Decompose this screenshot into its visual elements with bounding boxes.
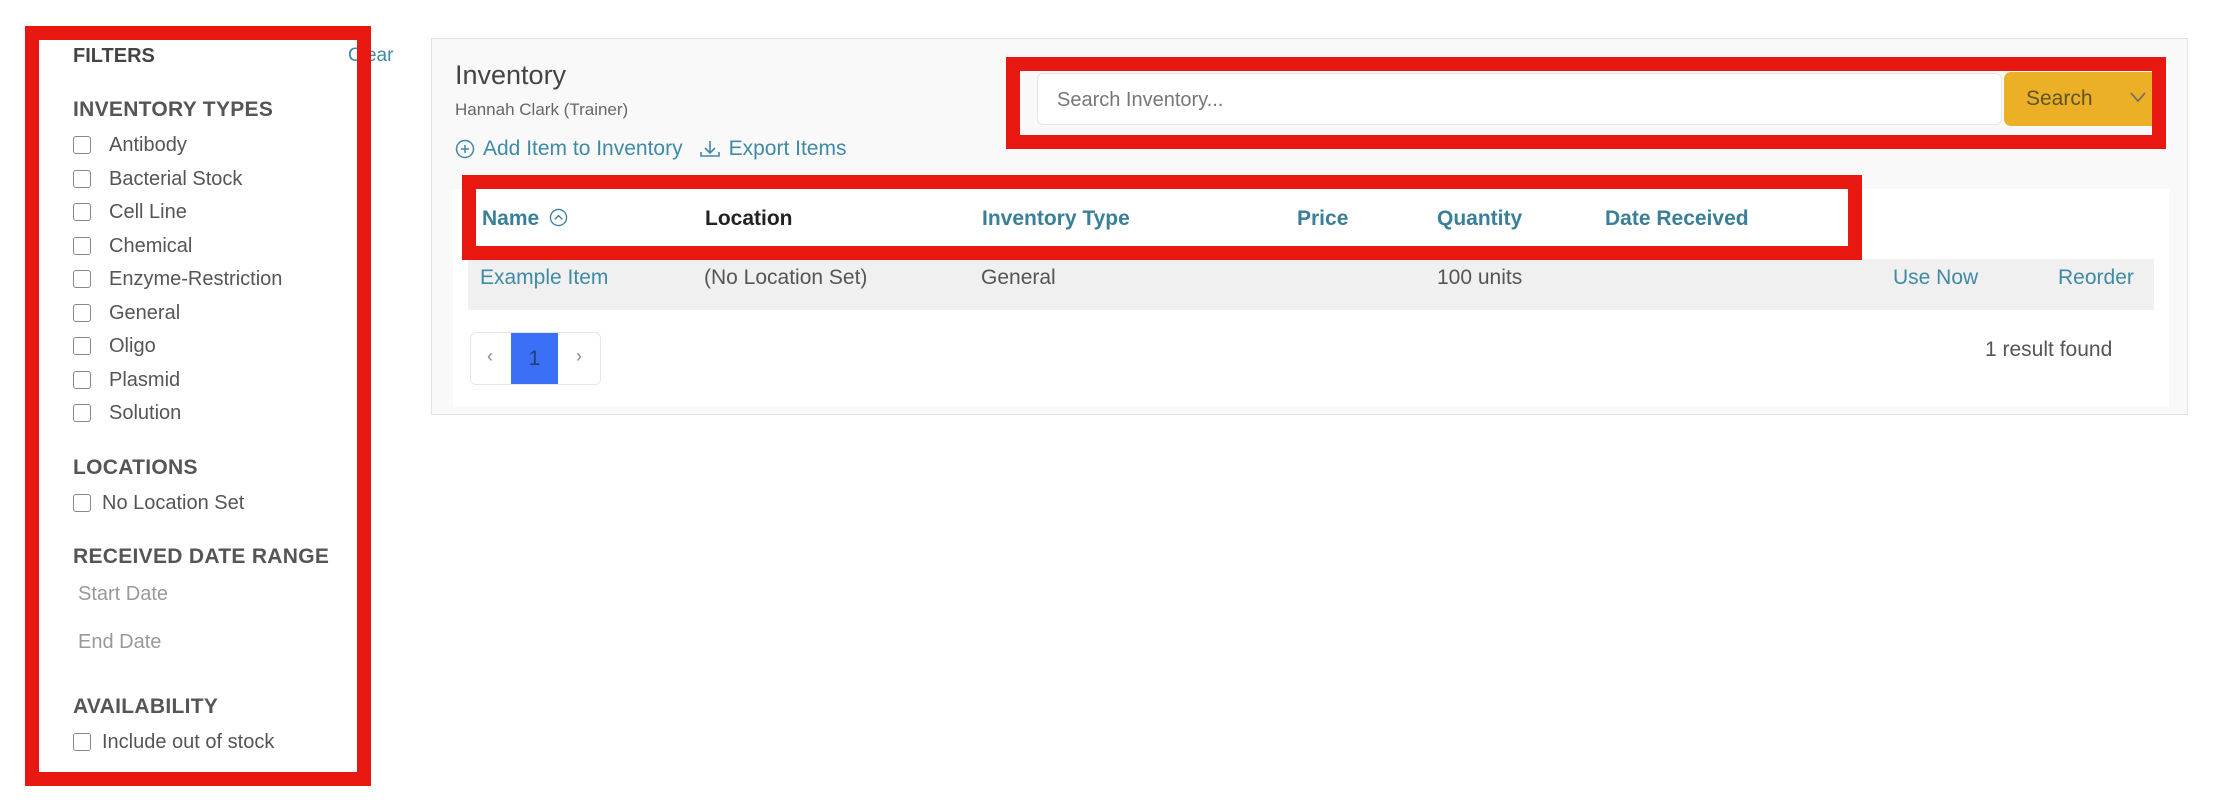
filter-location-none[interactable]: No Location Set [73, 488, 244, 518]
filter-type-plasmid[interactable]: Plasmid [73, 365, 180, 395]
column-header-price[interactable]: Price [1297, 207, 1348, 231]
download-icon [699, 141, 720, 157]
filter-label: General [109, 301, 181, 324]
column-header-quantity[interactable]: Quantity [1437, 207, 1522, 231]
start-date-input[interactable] [78, 583, 328, 606]
use-now-link[interactable]: Use Now [1893, 266, 1978, 290]
checkbox[interactable] [73, 170, 91, 188]
checkbox[interactable] [73, 237, 91, 255]
checkbox[interactable] [73, 304, 91, 322]
checkbox[interactable] [73, 733, 91, 751]
availability-heading: AVAILABILITY [73, 695, 219, 718]
checkbox[interactable] [73, 404, 91, 422]
sort-ascending-icon[interactable] [549, 208, 568, 227]
checkbox[interactable] [73, 270, 91, 288]
plus-circle-icon [455, 139, 475, 159]
filter-label: Solution [109, 401, 182, 424]
column-header-name[interactable]: Name [482, 207, 568, 231]
inventory-types-heading: INVENTORY TYPES [73, 98, 274, 121]
filter-label: No Location Set [102, 491, 245, 514]
checkbox[interactable] [73, 203, 91, 221]
search-button[interactable]: Search [2004, 72, 2166, 126]
filter-type-general[interactable]: General [73, 298, 180, 328]
end-date-input[interactable] [78, 631, 328, 654]
search-input[interactable] [1055, 78, 1989, 122]
filter-label: Oligo [109, 334, 156, 357]
add-item-label: Add Item to Inventory [483, 137, 683, 160]
locations-heading: LOCATIONS [73, 456, 198, 479]
item-inventory-type: General [981, 266, 1056, 289]
user-subtitle: Hannah Clark (Trainer) [455, 100, 629, 119]
checkbox[interactable] [73, 494, 91, 512]
filter-type-antibody[interactable]: Antibody [73, 130, 187, 160]
item-name-link[interactable]: Example Item [480, 266, 608, 290]
filter-type-cell-line[interactable]: Cell Line [73, 197, 187, 227]
result-count: 1 result found [1985, 338, 2113, 361]
filter-type-enzyme-restriction[interactable]: Enzyme-Restriction [73, 264, 282, 294]
filter-label: Cell Line [109, 200, 187, 223]
filter-label: Antibody [109, 133, 187, 156]
column-header-inventory-type[interactable]: Inventory Type [982, 207, 1130, 231]
pagination-prev[interactable]: ‹ [487, 346, 493, 367]
page-title: Inventory [455, 60, 567, 90]
filter-label: Plasmid [109, 368, 181, 391]
filter-label: Bacterial Stock [109, 167, 243, 190]
filter-type-chemical[interactable]: Chemical [73, 231, 192, 261]
pagination-page-current[interactable]: 1 [511, 333, 558, 384]
search-button-label: Search [2026, 87, 2093, 110]
add-item-button[interactable]: Add Item to Inventory [455, 137, 683, 161]
filter-label: Enzyme-Restriction [109, 267, 283, 290]
clear-filters-link[interactable]: Clear [348, 45, 393, 67]
inventory-actions: Add Item to Inventory Export Items [455, 137, 862, 161]
reorder-link[interactable]: Reorder [2058, 266, 2134, 290]
filter-type-solution[interactable]: Solution [73, 398, 181, 428]
filter-type-oligo[interactable]: Oligo [73, 331, 156, 361]
column-header-date-received[interactable]: Date Received [1605, 207, 1749, 231]
export-items-button[interactable]: Export Items [699, 137, 847, 161]
item-location: (No Location Set) [704, 266, 868, 289]
checkbox[interactable] [73, 136, 91, 154]
column-label: Name [482, 207, 540, 230]
filter-label: Chemical [109, 234, 193, 257]
column-header-location: Location [705, 207, 793, 230]
checkbox[interactable] [73, 371, 91, 389]
checkbox[interactable] [73, 337, 91, 355]
export-items-label: Export Items [728, 137, 847, 160]
filter-include-out-of-stock[interactable]: Include out of stock [73, 727, 274, 757]
chevron-down-icon[interactable] [2129, 90, 2147, 104]
filter-type-bacterial-stock[interactable]: Bacterial Stock [73, 164, 242, 194]
filters-title: FILTERS [73, 45, 155, 67]
item-quantity: 100 units [1437, 266, 1523, 289]
pagination-next[interactable]: › [576, 346, 582, 367]
filter-label: Include out of stock [102, 730, 275, 753]
date-range-heading: RECEIVED DATE RANGE [73, 545, 330, 568]
